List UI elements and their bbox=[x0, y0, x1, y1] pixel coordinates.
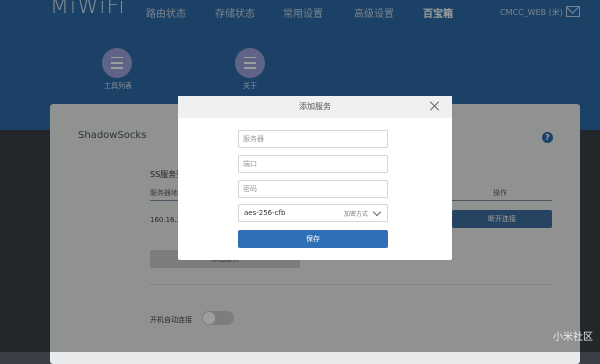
dialog-header: 添加服务 bbox=[178, 96, 452, 118]
port-input[interactable] bbox=[238, 155, 388, 173]
chevron-down-icon bbox=[372, 207, 382, 217]
close-icon[interactable] bbox=[427, 99, 441, 113]
encryption-hint: 加密方式 bbox=[344, 211, 369, 218]
password-input[interactable] bbox=[238, 180, 388, 198]
encryption-select[interactable]: aes-256-cfb 加密方式 bbox=[238, 204, 388, 222]
server-input[interactable] bbox=[238, 130, 388, 148]
watermark: 小米社区 bbox=[553, 332, 593, 343]
add-service-dialog: 添加服务 aes-256-cfb 加密方式 保存 bbox=[178, 96, 452, 260]
dialog-title: 添加服务 bbox=[299, 102, 331, 111]
encryption-value: aes-256-cfb bbox=[244, 209, 286, 217]
save-button[interactable]: 保存 bbox=[238, 230, 388, 248]
